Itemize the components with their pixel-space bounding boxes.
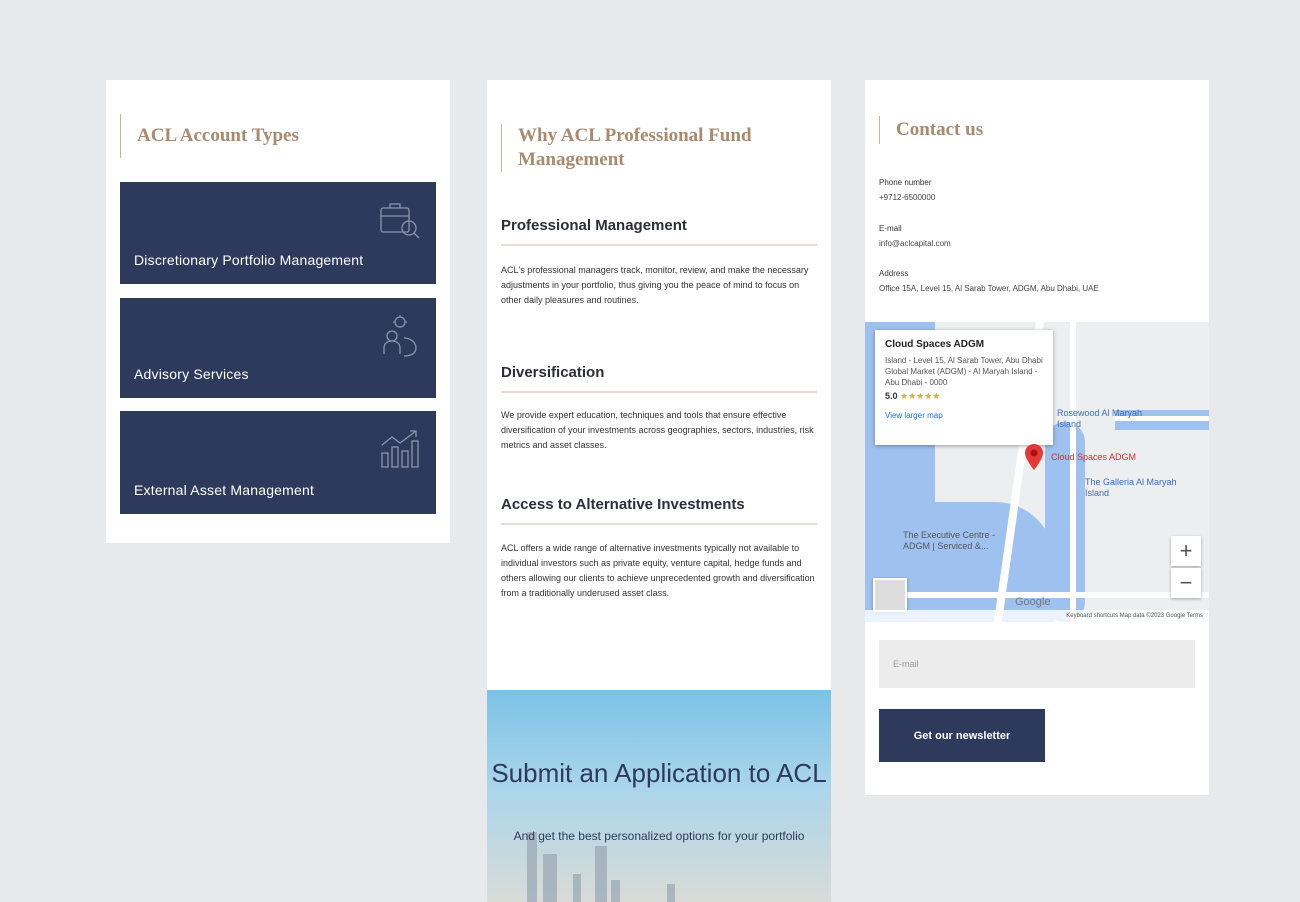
map-place-name: Cloud Spaces ADGM [885, 339, 985, 350]
contact-title: Contact us [879, 116, 983, 144]
map-poi-galleria[interactable]: The Galleria Al Maryah Island [1085, 477, 1185, 499]
map-pin-icon[interactable] [1025, 444, 1043, 470]
why-acl-panel: Why ACL Professional Fund Management Pro… [487, 80, 831, 902]
embedded-map[interactable]: Cloud Spaces ADGM Island - Level 15, Al … [865, 322, 1209, 622]
card-label: External Asset Management [134, 482, 315, 498]
contact-panel: Contact us Phone number +9712-6500000 E-… [865, 80, 1209, 795]
card-label: Discretionary Portfolio Management [134, 252, 364, 268]
card-label: Advisory Services [134, 366, 249, 382]
map-poi-executive-centre[interactable]: The Executive Centre - ADGM | Serviced &… [903, 530, 1023, 552]
apply-banner[interactable]: Submit an Application to ACL And get the… [487, 690, 831, 902]
card-advisory-services[interactable]: Advisory Services [120, 298, 436, 398]
map-info-window: Cloud Spaces ADGM Island - Level 15, Al … [875, 330, 1053, 445]
rating-stars-icon: ★★★★★ [900, 391, 941, 401]
google-logo: Google [1015, 596, 1051, 608]
email-label: E-mail [879, 224, 902, 233]
card-discretionary-portfolio[interactable]: Discretionary Portfolio Management [120, 182, 436, 284]
newsletter-button[interactable]: Get our newsletter [879, 709, 1045, 762]
person-idea-icon [378, 314, 422, 358]
map-type-toggle[interactable] [873, 578, 907, 612]
why-body-alternative-investments: ACL offers a wide range of alternative i… [501, 543, 815, 598]
why-body-professional-management: ACL's professional managers track, monit… [501, 265, 809, 305]
phone-label: Phone number [879, 178, 932, 187]
briefcase-search-icon [378, 198, 422, 242]
view-larger-map-link[interactable]: View larger map [885, 411, 1043, 420]
map-poi-rosewood[interactable]: Rosewood Al Maryah Island [1057, 408, 1147, 430]
map-place-address: Island - Level 15, Al Sarab Tower, Abu D… [885, 356, 1043, 387]
map-zoom-in-button[interactable]: + [1171, 536, 1201, 566]
account-types-title: ACL Account Types [120, 114, 299, 158]
why-heading-alternative-investments: Access to Alternative Investments [501, 496, 817, 525]
card-external-asset-management[interactable]: External Asset Management [120, 411, 436, 514]
email-value[interactable]: info@aclcapital.com [879, 239, 951, 248]
map-attribution: Keyboard shortcuts Map data ©2023 Google… [865, 610, 1209, 622]
account-types-panel: ACL Account Types Discretionary Portfoli… [106, 80, 450, 543]
apply-title: Submit an Application to ACL [491, 758, 827, 788]
why-heading-professional-management: Professional Management [501, 217, 817, 246]
why-title: Why ACL Professional Fund Management [501, 124, 801, 172]
why-body-diversification: We provide expert education, techniques … [501, 410, 814, 450]
address-value: Office 15A, Level 15, Al Sarab Tower, AD… [879, 284, 1099, 293]
phone-value[interactable]: +9712-6500000 [879, 193, 935, 202]
map-rating: 5.0 ★★★★★ [885, 391, 941, 401]
growth-chart-icon [378, 427, 422, 471]
newsletter-email-input[interactable] [879, 640, 1195, 688]
address-label: Address [879, 269, 909, 278]
apply-subtitle: And get the best personalized options fo… [513, 829, 805, 843]
map-zoom-out-button[interactable]: − [1171, 568, 1201, 598]
why-heading-diversification: Diversification [501, 364, 817, 393]
map-pin-label: Cloud Spaces ADGM [1051, 452, 1137, 462]
